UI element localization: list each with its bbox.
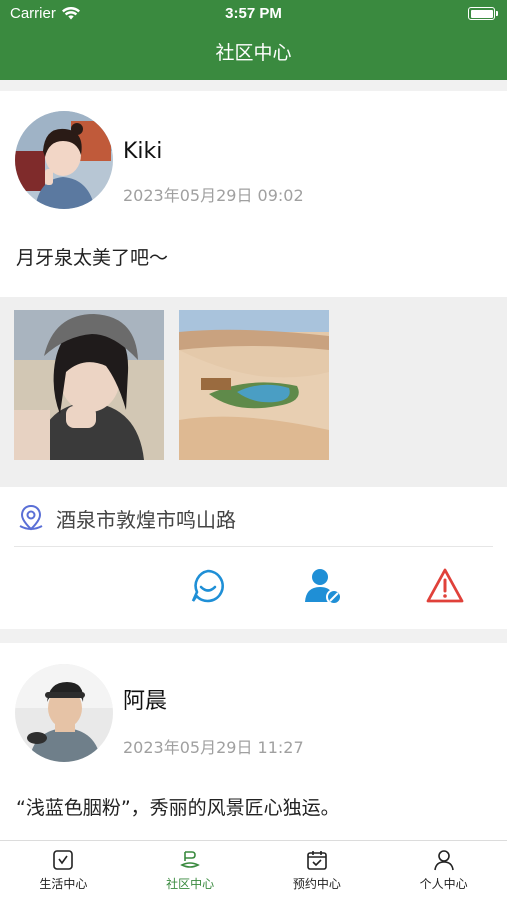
post-card: Kiki 2023年05月29日 09:02 月牙泉太美了吧～ 酒泉市敦煌市鸣山… (0, 91, 507, 629)
post-username[interactable]: Kiki (123, 139, 162, 164)
user-follow-icon (305, 569, 342, 605)
tab-label: 个人中心 (419, 877, 468, 891)
post-datetime: 2023年05月29日 11:27 (123, 738, 304, 757)
tab-personal-center[interactable]: 个人中心 (380, 841, 507, 900)
page-title: 社区中心 (215, 42, 292, 64)
location-text: 酒泉市敦煌市鸣山路 (56, 508, 236, 532)
avatar[interactable] (15, 111, 113, 209)
comment-icon (191, 569, 224, 603)
life-icon (53, 850, 74, 870)
calendar-icon (307, 851, 327, 870)
post-feed[interactable]: Kiki 2023年05月29日 09:02 月牙泉太美了吧～ 酒泉市敦煌市鸣山… (0, 80, 507, 840)
follow-user-button[interactable] (303, 566, 343, 606)
comment-button[interactable] (188, 566, 228, 606)
avatar[interactable] (15, 664, 113, 762)
community-icon (180, 851, 200, 868)
post-gallery (0, 297, 507, 487)
bottom-tab-bar: 生活中心 社区中心 预约中心 个人中心 (0, 840, 507, 900)
battery-icon (468, 7, 498, 20)
post-location[interactable]: 酒泉市敦煌市鸣山路 (0, 487, 507, 547)
post-actions (0, 547, 507, 629)
post-photo[interactable] (14, 310, 164, 460)
location-pin-icon (19, 504, 43, 531)
tab-label: 预约中心 (292, 877, 341, 891)
status-time: 3:57 PM (225, 5, 282, 22)
post-text: “浅蓝色胭粉”，秀丽的风景匠心独运。 (16, 797, 340, 819)
status-bar: Carrier 3:57 PM (0, 0, 507, 28)
post-card: 阿晨 2023年05月29日 11:27 “浅蓝色胭粉”，秀丽的风景匠心独运。 (0, 643, 507, 840)
tab-community-center[interactable]: 社区中心 (127, 841, 254, 900)
post-datetime: 2023年05月29日 09:02 (123, 186, 304, 205)
tab-label: 生活中心 (39, 877, 88, 891)
post-username[interactable]: 阿晨 (123, 683, 167, 715)
person-icon (433, 850, 454, 871)
tab-booking-center[interactable]: 预约中心 (254, 841, 381, 900)
post-photo[interactable] (179, 310, 329, 460)
app-header: Carrier 3:57 PM 社区中心 (0, 0, 507, 80)
tab-life-center[interactable]: 生活中心 (0, 841, 127, 900)
post-text: 月牙泉太美了吧～ (16, 247, 169, 269)
warning-icon (426, 568, 464, 603)
report-button[interactable] (425, 566, 465, 606)
tab-label: 社区中心 (166, 877, 215, 891)
